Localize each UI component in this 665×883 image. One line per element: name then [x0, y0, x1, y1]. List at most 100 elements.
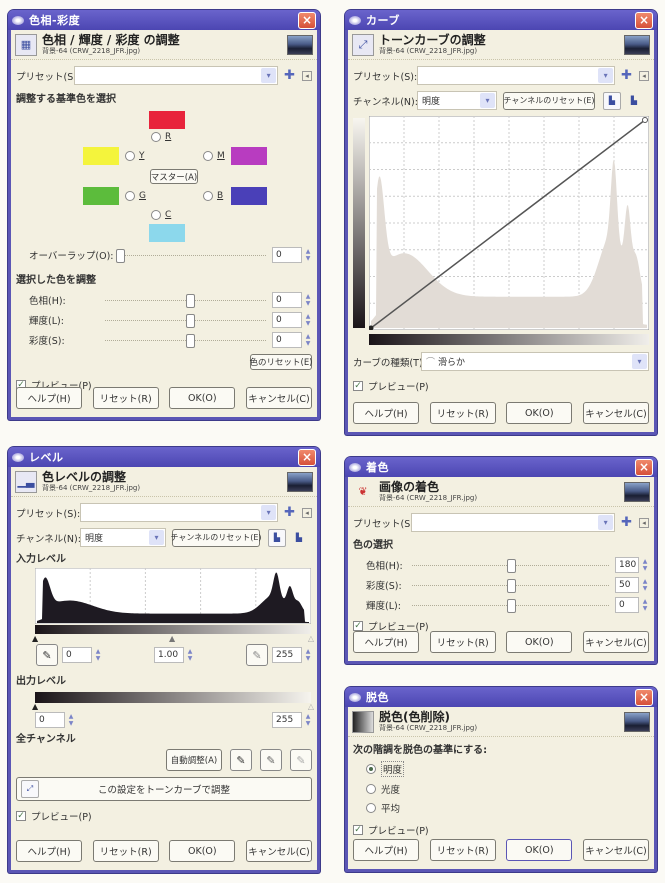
spin-arrows-icon[interactable]: ▲ ▼	[641, 598, 649, 612]
curve-type-combo[interactable]: ⌒ 滑らか ▾	[421, 352, 649, 371]
preview-checkbox[interactable]: ✓プレビュー(P)	[353, 823, 429, 837]
white-picker-icon[interactable]: ✎	[246, 644, 268, 666]
slider-knob[interactable]	[506, 578, 516, 593]
reset-button[interactable]: リセット(R)	[429, 402, 496, 424]
help-button[interactable]: ヘルプ(H)	[353, 631, 419, 653]
preset-combo[interactable]: ▾	[417, 66, 616, 85]
preset-menu-icon[interactable]: ◂	[639, 70, 649, 81]
hue-slider[interactable]	[412, 558, 609, 573]
ok-button[interactable]: OK(O)	[169, 840, 236, 862]
ok-button[interactable]: OK(O)	[506, 631, 573, 653]
reset-channel-button[interactable]: チャンネルのリセット(E)	[170, 528, 262, 547]
lightness-input[interactable]: 0	[615, 597, 639, 613]
spin-arrows-icon[interactable]: ▲ ▼	[304, 313, 312, 327]
slider-knob[interactable]	[185, 333, 195, 348]
dropdown-icon[interactable]: ▾	[261, 505, 277, 520]
lightness-slider[interactable]	[412, 598, 609, 613]
overlap-slider[interactable]	[115, 248, 266, 263]
white-point-handle[interactable]: △	[308, 634, 314, 643]
spin-arrows-icon[interactable]: ▲ ▼	[641, 558, 649, 572]
spin-arrows-icon[interactable]: ▲ ▼	[304, 293, 312, 307]
preview-checkbox[interactable]: ✓プレビュー(P)	[353, 379, 429, 393]
hue-slider[interactable]	[105, 293, 266, 308]
spin-arrows-icon[interactable]: ▲ ▼	[94, 648, 102, 662]
dropdown-icon[interactable]: ▾	[261, 68, 277, 83]
reset-button[interactable]: リセット(R)	[429, 839, 496, 861]
radio-lightness[interactable]: 明度	[366, 761, 405, 777]
cancel-button[interactable]: キャンセル(C)	[245, 840, 312, 862]
curve-point-high[interactable]	[642, 117, 648, 123]
slider-knob[interactable]	[185, 293, 195, 308]
saturation-input[interactable]: 0	[272, 332, 302, 348]
spin-arrows-icon[interactable]: ▲ ▼	[304, 333, 312, 347]
help-button[interactable]: ヘルプ(H)	[353, 839, 419, 861]
ok-button[interactable]: OK(O)	[506, 402, 573, 424]
radio-average[interactable]: 平均	[366, 801, 400, 815]
gray-point-picker-icon[interactable]: ✎	[260, 749, 282, 771]
add-preset-icon[interactable]: ✚	[284, 505, 295, 520]
cancel-button[interactable]: キャンセル(C)	[582, 839, 649, 861]
close-button[interactable]: ×	[635, 11, 653, 29]
slider-knob[interactable]	[115, 248, 125, 263]
input-low-input[interactable]: 0	[62, 647, 92, 663]
spin-arrows-icon[interactable]: ▲ ▼	[304, 248, 312, 262]
cancel-button[interactable]: キャンセル(C)	[582, 631, 649, 653]
help-button[interactable]: ヘルプ(H)	[353, 402, 419, 424]
preset-menu-icon[interactable]: ◂	[302, 507, 312, 518]
add-preset-icon[interactable]: ✚	[621, 515, 632, 530]
hue-input[interactable]: 180	[615, 557, 639, 573]
preset-combo[interactable]: ▾	[80, 503, 279, 522]
preview-checkbox[interactable]: ✓プレビュー(P)	[16, 809, 92, 823]
radio-red[interactable]: R	[151, 132, 171, 142]
gamma-handle[interactable]: ▲	[169, 634, 175, 643]
reset-color-button[interactable]: 色のリセット(E)	[250, 354, 313, 370]
dropdown-icon[interactable]: ▾	[149, 530, 164, 545]
slider-knob[interactable]	[185, 313, 195, 328]
overlap-input[interactable]: 0	[272, 247, 302, 263]
reset-channel-button[interactable]: チャンネルのリセット(E)	[503, 91, 595, 110]
ok-button[interactable]: OK(O)	[506, 839, 573, 861]
linear-histogram-icon[interactable]: ▙	[603, 91, 621, 110]
hue-input[interactable]: 0	[272, 292, 302, 308]
slider-knob[interactable]	[506, 598, 516, 613]
spin-arrows-icon[interactable]: ▲ ▼	[186, 648, 194, 662]
spin-arrows-icon[interactable]: ▲ ▼	[304, 648, 312, 662]
black-point-picker-icon[interactable]: ✎	[230, 749, 252, 771]
radio-blue[interactable]: B	[203, 191, 223, 201]
preset-menu-icon[interactable]: ◂	[302, 70, 312, 81]
black-picker-icon[interactable]: ✎	[36, 644, 58, 666]
dropdown-icon[interactable]: ▾	[480, 93, 495, 108]
lightness-slider[interactable]	[105, 313, 266, 328]
edit-in-curves-button[interactable]: ⤢ この設定をトーンカーブで調整	[16, 777, 312, 801]
log-histogram-icon[interactable]: ▙	[625, 92, 643, 110]
input-high-input[interactable]: 255	[272, 647, 302, 663]
spin-arrows-icon[interactable]: ▲ ▼	[304, 713, 312, 727]
preset-menu-icon[interactable]: ◂	[639, 517, 649, 528]
cancel-button[interactable]: キャンセル(C)	[245, 387, 312, 409]
linear-histogram-icon[interactable]: ▙	[268, 528, 286, 547]
output-high-handle[interactable]: △	[308, 702, 314, 711]
radio-cyan[interactable]: C	[151, 210, 171, 220]
master-button[interactable]: マスター(A)	[150, 169, 198, 184]
spin-arrows-icon[interactable]: ▲ ▼	[641, 578, 649, 592]
preset-combo[interactable]: ▾	[411, 513, 616, 532]
saturation-slider[interactable]	[412, 578, 609, 593]
channel-combo[interactable]: 明度 ▾	[417, 91, 497, 110]
dropdown-icon[interactable]: ▾	[632, 354, 647, 369]
close-button[interactable]: ×	[635, 688, 653, 706]
dropdown-icon[interactable]: ▾	[598, 515, 614, 530]
spin-arrows-icon[interactable]: ▲ ▼	[67, 713, 75, 727]
close-button[interactable]: ×	[298, 448, 316, 466]
output-low-handle[interactable]: ▲	[32, 702, 38, 711]
output-high-input[interactable]: 255	[272, 712, 302, 728]
dropdown-icon[interactable]: ▾	[598, 68, 614, 83]
reset-button[interactable]: リセット(R)	[92, 387, 159, 409]
log-histogram-icon[interactable]: ▙	[290, 529, 308, 547]
add-preset-icon[interactable]: ✚	[284, 68, 295, 83]
add-preset-icon[interactable]: ✚	[621, 68, 632, 83]
white-point-picker-icon[interactable]: ✎	[290, 749, 312, 771]
cancel-button[interactable]: キャンセル(C)	[582, 402, 649, 424]
radio-green[interactable]: G	[125, 191, 146, 201]
saturation-slider[interactable]	[105, 333, 266, 348]
output-low-input[interactable]: 0	[35, 712, 65, 728]
